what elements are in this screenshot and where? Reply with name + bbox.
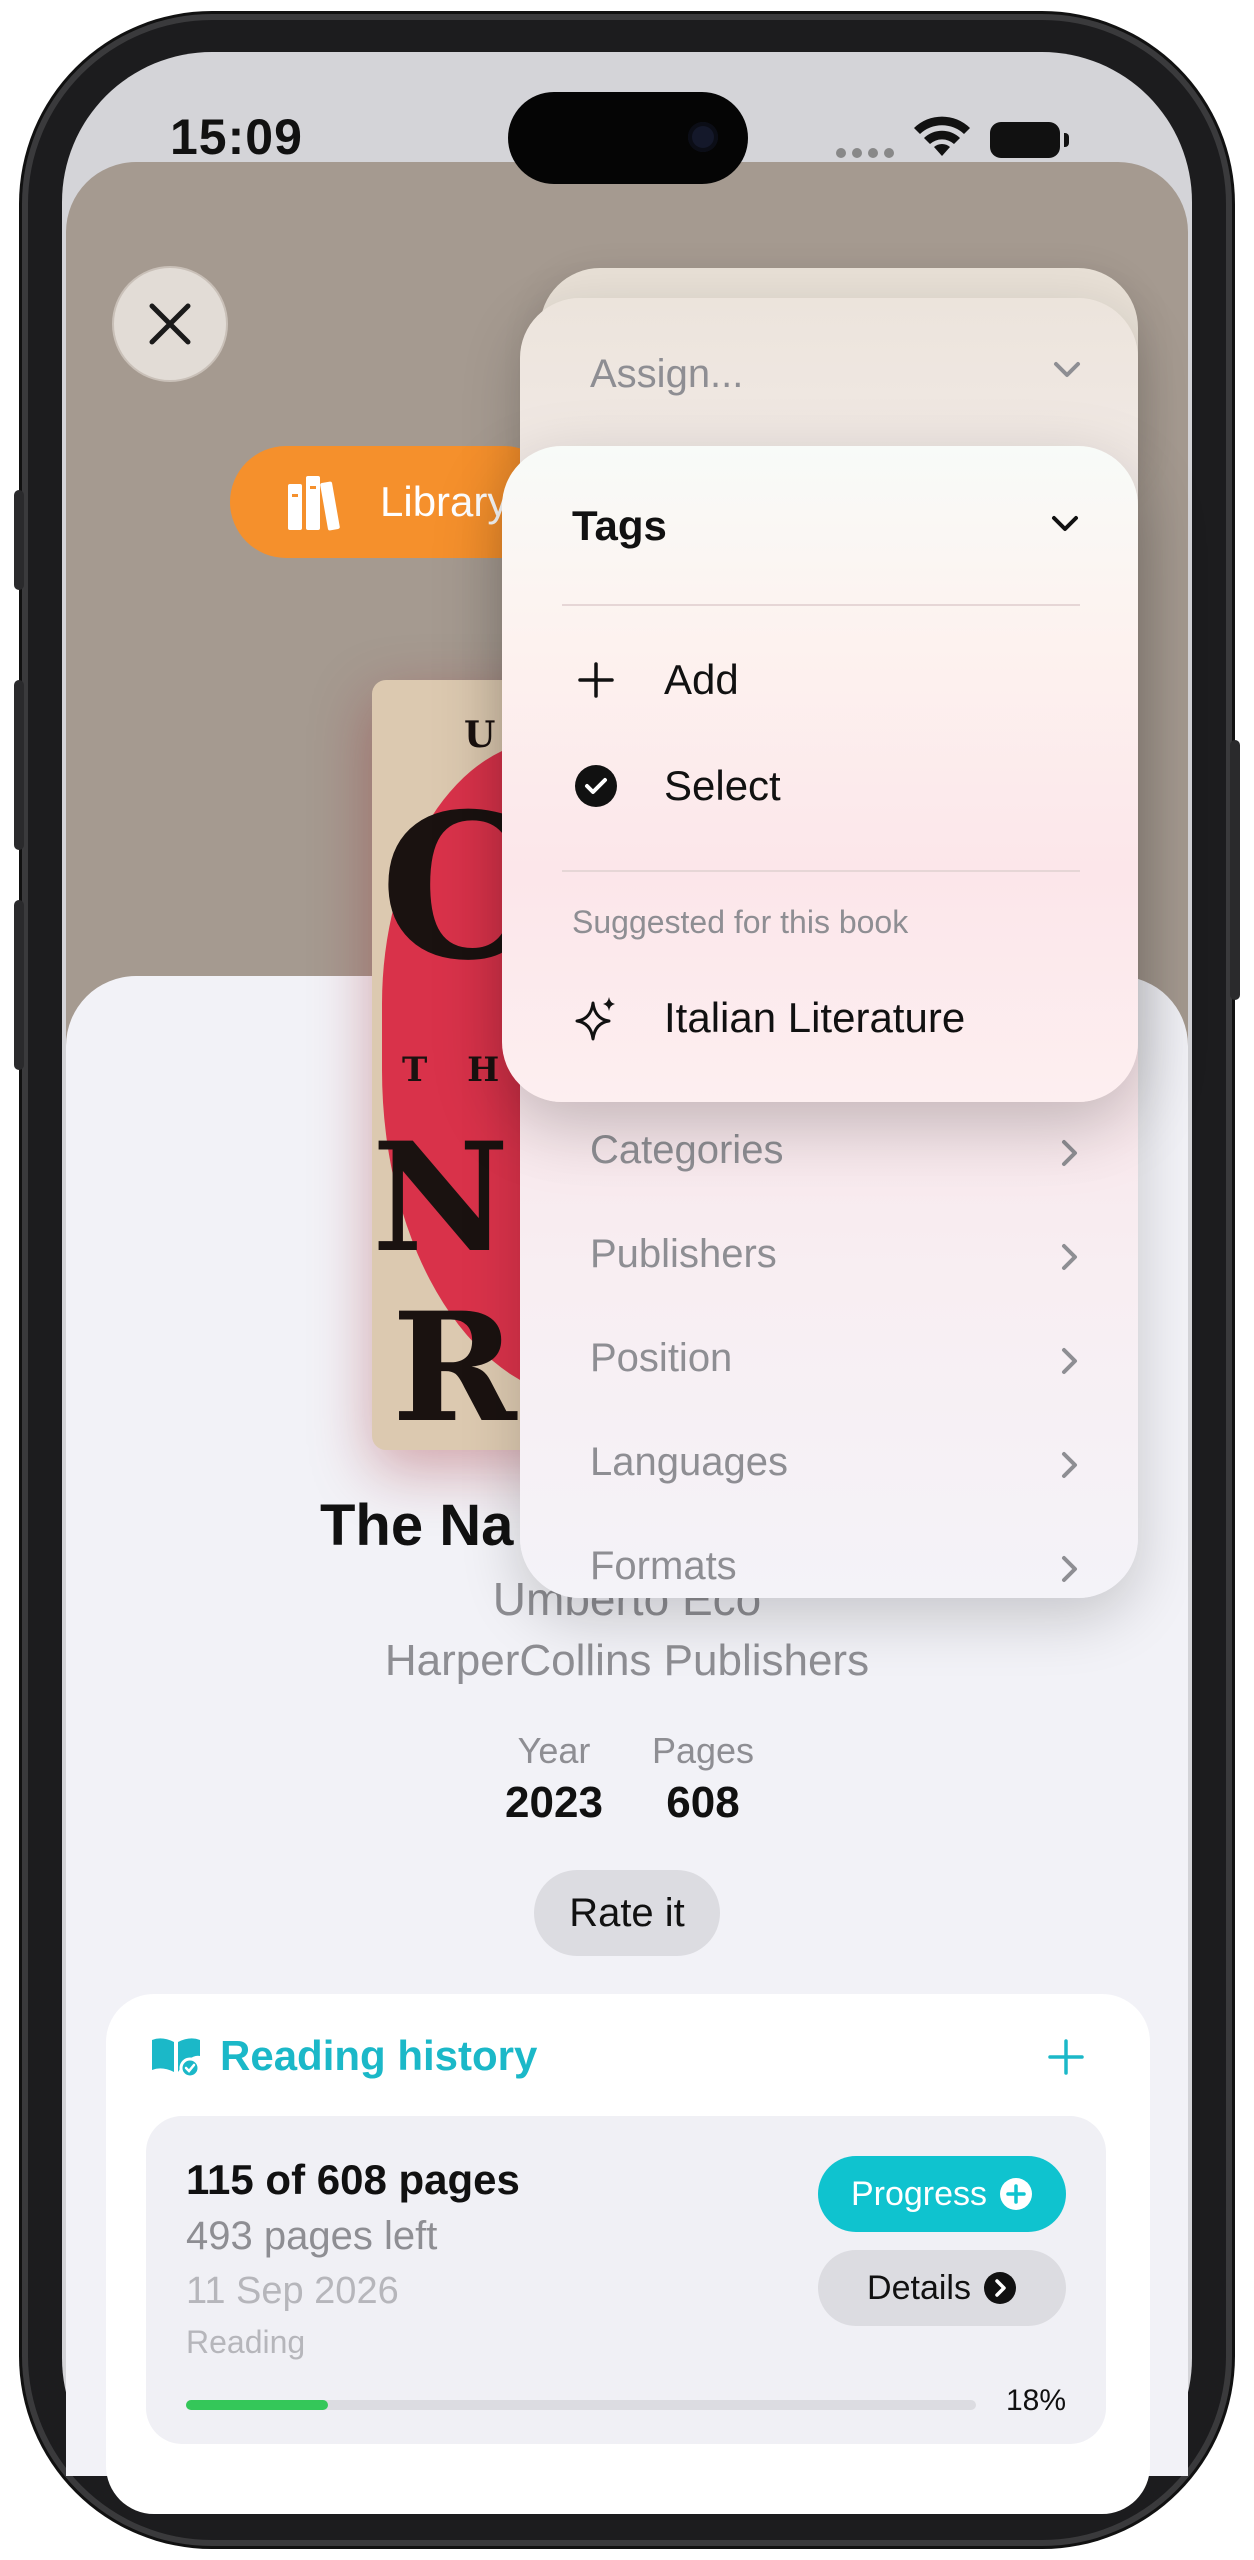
cellular-dots-icon [836, 148, 894, 158]
reading-date: 11 Sep 2026 [186, 2270, 399, 2312]
select-tag-label: Select [664, 762, 781, 809]
power-button [1230, 740, 1240, 1000]
chevron-right-icon [1062, 1244, 1077, 1270]
library-badge-label: Library [380, 478, 509, 525]
sparkles-icon [572, 994, 620, 1042]
rate-button[interactable]: Rate it [534, 1870, 720, 1956]
chevron-down-icon [1052, 516, 1078, 531]
chevron-right-circle-icon [983, 2272, 1016, 2304]
suggested-tag-item[interactable]: Italian Literature [572, 994, 965, 1042]
cover-letter: T H [402, 1050, 514, 1090]
reading-session: 115 of 608 pages 493 pages left 11 Sep 2… [146, 2116, 1106, 2444]
plus-icon [1048, 2039, 1084, 2075]
year-value: 2023 [505, 1778, 603, 1827]
close-button[interactable] [112, 266, 228, 382]
close-icon [149, 303, 191, 345]
action-button [14, 490, 24, 590]
cover-letter: R [392, 1280, 517, 1450]
details-button-label: Details [867, 2268, 971, 2307]
volume-up-button [14, 680, 24, 850]
submenu-item-position[interactable]: Position [590, 1336, 732, 1381]
progress-percent: 18% [1005, 2384, 1066, 2417]
chevron-right-icon [1062, 1348, 1077, 1374]
progress-button[interactable]: Progress [818, 2156, 1066, 2232]
checkmark-circle-icon [572, 762, 620, 810]
suggested-heading: Suggested for this book [572, 904, 909, 940]
plus-circle-icon [1000, 2178, 1033, 2210]
reading-history-header: Reading history [150, 2032, 537, 2080]
menu-divider [562, 870, 1080, 872]
chevron-right-icon [1062, 1140, 1077, 1166]
reading-history-title: Reading history [220, 2032, 538, 2079]
dynamic-island [508, 92, 748, 184]
submenu-item-languages[interactable]: Languages [590, 1440, 788, 1485]
reading-status: Reading [186, 2324, 306, 2360]
progress-bar-fill [186, 2400, 329, 2410]
volume-down-button [14, 900, 24, 1070]
pages-read: 115 of 608 pages [186, 2156, 520, 2203]
add-tag-label: Add [664, 656, 739, 703]
chevron-down-icon [1054, 362, 1080, 377]
chevron-right-icon [1062, 1452, 1077, 1478]
pages-remaining: 493 pages left [186, 2214, 438, 2258]
wifi-icon [914, 116, 970, 156]
progress-bar [186, 2400, 976, 2410]
tags-submenu: Tags Add Select Suggested for this book … [502, 446, 1138, 1102]
submenu-item-categories[interactable]: Categories [590, 1128, 783, 1173]
details-button[interactable]: Details [818, 2250, 1066, 2326]
plus-icon [572, 656, 620, 704]
books-icon [288, 476, 340, 531]
year-stat: Year 2023 [488, 1730, 620, 1828]
year-label: Year [517, 1730, 591, 1771]
select-tag-item[interactable]: Select [572, 762, 781, 810]
battery-icon [990, 122, 1069, 158]
submenu-item-formats[interactable]: Formats [590, 1544, 737, 1589]
suggested-tag-label: Italian Literature [664, 994, 966, 1041]
progress-button-label: Progress [850, 2174, 988, 2213]
chevron-right-icon [1062, 1556, 1077, 1582]
pages-value: 608 [666, 1778, 740, 1827]
book-publisher[interactable]: HarperCollins Publishers [0, 1636, 1254, 1686]
book-title: The Na [320, 1493, 514, 1558]
tags-submenu-title[interactable]: Tags [572, 502, 667, 550]
menu-divider [562, 604, 1080, 606]
cover-letter: U [464, 714, 496, 756]
add-reading-button[interactable] [1046, 2028, 1086, 2090]
pages-stat: Pages 608 [640, 1730, 766, 1828]
cover-letter: N [372, 1110, 510, 1286]
book-check-icon [152, 2038, 201, 2078]
status-time: 15:09 [170, 109, 303, 165]
assign-menu-header[interactable]: Assign... [590, 352, 743, 397]
reading-history-card: Reading history 115 of 608 pages 493 pag… [106, 1994, 1150, 2514]
add-tag-item[interactable]: Add [572, 656, 739, 704]
pages-label: Pages [651, 1730, 755, 1771]
submenu-item-publishers[interactable]: Publishers [590, 1232, 777, 1277]
